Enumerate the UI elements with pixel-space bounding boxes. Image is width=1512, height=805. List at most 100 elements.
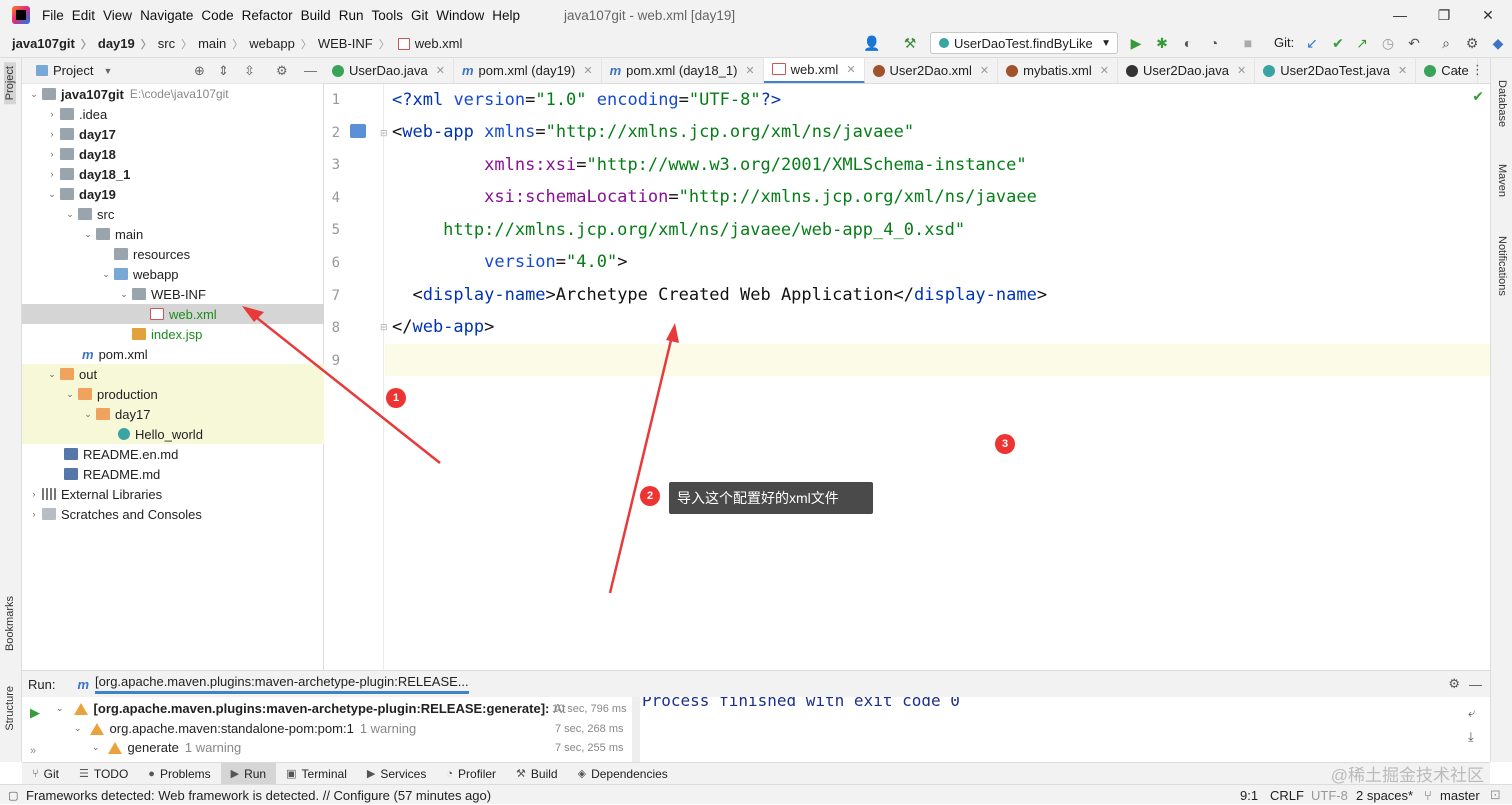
menu-code[interactable]: Code bbox=[201, 8, 241, 23]
fold-icon[interactable]: ⊟ bbox=[380, 322, 388, 333]
notifications-tool-button[interactable]: Notifications bbox=[1496, 236, 1508, 296]
tree-item-pom-xml[interactable]: m pom.xml bbox=[22, 344, 324, 364]
inspection-ok-icon[interactable]: ✔ bbox=[1472, 88, 1484, 105]
tool-run[interactable]: ▶ Run bbox=[220, 762, 277, 785]
database-tool-button[interactable]: Database bbox=[1496, 80, 1508, 127]
tab-web-xml[interactable]: web.xml ✕ bbox=[763, 58, 865, 83]
hide-run-panel-icon[interactable]: — bbox=[1469, 677, 1482, 692]
tree-item-web-xml[interactable]: web.xml bbox=[22, 304, 324, 324]
tool-git[interactable]: ⑂ Git bbox=[22, 763, 69, 785]
menu-git[interactable]: Git bbox=[411, 8, 436, 23]
plugin-icon[interactable]: ◆ bbox=[1488, 33, 1508, 53]
git-commit-icon[interactable]: ✔ bbox=[1328, 33, 1348, 53]
tab-mybatis-xml[interactable]: mybatis.xml ✕ bbox=[998, 58, 1118, 83]
bookmarks-tool-button[interactable]: Bookmarks bbox=[4, 596, 16, 651]
rerun-icon[interactable]: ▶ bbox=[30, 705, 40, 721]
profile-icon[interactable]: ◔ bbox=[1204, 33, 1224, 53]
tree-item-webapp[interactable]: ⌄ webapp bbox=[22, 264, 324, 284]
user-icon[interactable]: 👤 bbox=[862, 33, 882, 53]
menu-window[interactable]: Window bbox=[436, 8, 492, 23]
maven-tool-button[interactable]: Maven bbox=[1496, 164, 1508, 197]
tree-scrollbar[interactable] bbox=[632, 697, 640, 763]
soft-wrap-icon[interactable]: ⤶ bbox=[1468, 705, 1475, 721]
breadcrumb-item[interactable]: java107git 〉 bbox=[12, 36, 98, 52]
tabs-chevron-down-icon[interactable]: ⌄ bbox=[1453, 63, 1462, 76]
close-window-icon[interactable]: ✕ bbox=[1466, 0, 1510, 30]
tree-item-web-inf[interactable]: ⌄ WEB-INF bbox=[22, 284, 324, 304]
locate-icon[interactable]: ⊕ bbox=[194, 63, 205, 79]
tool-build[interactable]: ⚒ Build bbox=[506, 763, 568, 785]
run-tree-row[interactable]: ⌄ org.apache.maven:standalone-pom:pom:1 1 … bbox=[74, 721, 416, 736]
scroll-to-end-icon[interactable]: ⤓ bbox=[1468, 729, 1474, 745]
stop-icon[interactable]: ■ bbox=[1238, 33, 1258, 53]
settings-gear-icon[interactable]: ⚙ bbox=[1462, 33, 1482, 53]
build-hammer-icon[interactable]: ⚒ bbox=[900, 33, 920, 53]
tab-pom-day18-1[interactable]: m pom.xml (day18_1) ✕ bbox=[602, 58, 764, 83]
tree-item-scratches[interactable]: › Scratches and Consoles bbox=[22, 504, 324, 524]
tree-item-day19[interactable]: ⌄ day19 bbox=[22, 184, 324, 204]
code-editor[interactable]: 1 2 3 4 5 6 7 8 9 ⊟ ⊟ ✔ <?xml version="1… bbox=[324, 84, 1490, 670]
rollback-icon[interactable]: ↶ bbox=[1404, 33, 1424, 53]
breadcrumb-item[interactable]: src 〉 bbox=[158, 36, 198, 52]
tab-userdao-java[interactable]: UserDao.java ✕ bbox=[324, 58, 454, 83]
menu-navigate[interactable]: Navigate bbox=[140, 8, 201, 23]
project-tool-button[interactable]: Project bbox=[4, 62, 16, 105]
project-panel-title[interactable]: Project bbox=[53, 63, 93, 78]
collapse-all-icon[interactable]: ⇳ bbox=[244, 63, 255, 79]
search-icon[interactable]: ⌕ bbox=[1436, 33, 1456, 53]
more-icon[interactable]: » bbox=[30, 745, 36, 757]
history-icon[interactable]: ◷ bbox=[1378, 33, 1398, 53]
menu-tools[interactable]: Tools bbox=[371, 8, 411, 23]
git-branch[interactable]: master bbox=[1440, 785, 1480, 805]
tab-user2daotest-java[interactable]: User2DaoTest.java ✕ bbox=[1255, 58, 1417, 83]
tree-item-production[interactable]: ⌄ production bbox=[22, 384, 324, 404]
breadcrumb-item[interactable]: WEB-INF 〉 bbox=[318, 36, 396, 52]
tree-item-main[interactable]: ⌄ main bbox=[22, 224, 324, 244]
tree-item-day17[interactable]: › day17 bbox=[22, 124, 324, 144]
coverage-icon[interactable]: ◐ bbox=[1178, 33, 1198, 53]
web-descriptor-icon[interactable] bbox=[350, 124, 366, 138]
menu-help[interactable]: Help bbox=[492, 8, 528, 23]
restore-icon[interactable]: ❐ bbox=[1422, 0, 1466, 30]
tree-item-out-day17[interactable]: ⌄ day17 bbox=[22, 404, 324, 424]
tool-profiler[interactable]: ◔ Profiler bbox=[436, 763, 506, 785]
git-update-icon[interactable]: ↙ bbox=[1302, 33, 1322, 53]
more-options-icon[interactable]: ⋮ bbox=[1471, 62, 1484, 78]
tree-item-resources[interactable]: resources bbox=[22, 244, 324, 264]
status-message[interactable]: Frameworks detected: Web framework is de… bbox=[26, 785, 491, 805]
menu-refactor[interactable]: Refactor bbox=[242, 8, 301, 23]
run-settings-icon[interactable]: ⚙ bbox=[1448, 676, 1460, 692]
tree-item-java107git[interactable]: ⌄ java107git E:\code\java107git bbox=[22, 84, 324, 104]
tree-item-readme-en[interactable]: README.en.md bbox=[22, 444, 324, 464]
tree-item-out[interactable]: ⌄ out bbox=[22, 364, 324, 384]
tab-user2dao-xml[interactable]: User2Dao.xml ✕ bbox=[865, 58, 999, 83]
menu-run[interactable]: Run bbox=[339, 8, 372, 23]
breadcrumb-item[interactable]: webapp 〉 bbox=[249, 36, 318, 52]
caret-position[interactable]: 9:1 bbox=[1240, 785, 1258, 805]
tool-dependencies[interactable]: ◈ Dependencies bbox=[568, 763, 678, 785]
breadcrumb-item[interactable]: day19 〉 bbox=[98, 36, 158, 52]
tree-item-index-jsp[interactable]: index.jsp bbox=[22, 324, 324, 344]
tool-terminal[interactable]: ▣ Terminal bbox=[276, 763, 357, 785]
menu-file[interactable]: File bbox=[42, 8, 72, 23]
expand-all-icon[interactable]: ⇕ bbox=[218, 63, 229, 79]
lock-icon[interactable]: ⊡ bbox=[1490, 785, 1501, 805]
tab-cate[interactable]: Cate bbox=[1416, 58, 1478, 83]
panel-settings-icon[interactable]: ⚙ bbox=[276, 63, 288, 79]
status-icon[interactable]: ▢ bbox=[8, 785, 18, 805]
tree-item-src[interactable]: ⌄ src bbox=[22, 204, 324, 224]
file-encoding[interactable]: UTF-8 bbox=[1311, 785, 1348, 805]
tool-problems[interactable]: ● Problems bbox=[138, 763, 220, 785]
hide-panel-icon[interactable]: — bbox=[304, 63, 317, 78]
menu-build[interactable]: Build bbox=[301, 8, 339, 23]
tool-services[interactable]: ▶ Services bbox=[357, 763, 436, 785]
run-config-select[interactable]: UserDaoTest.findByLike ▼ bbox=[930, 32, 1118, 54]
tree-item-external-libraries[interactable]: › External Libraries bbox=[22, 484, 324, 504]
run-tab[interactable]: [org.apache.maven.plugins:maven-archetyp… bbox=[95, 674, 469, 694]
tab-user2dao-java[interactable]: User2Dao.java ✕ bbox=[1118, 58, 1256, 83]
tree-item-idea[interactable]: › .idea bbox=[22, 104, 324, 124]
tree-item-readme[interactable]: README.md bbox=[22, 464, 324, 484]
tree-item-hello-world[interactable]: Hello_world bbox=[22, 424, 324, 444]
fold-icon[interactable]: ⊟ bbox=[380, 128, 388, 139]
run-icon[interactable]: ▶ bbox=[1126, 33, 1146, 53]
